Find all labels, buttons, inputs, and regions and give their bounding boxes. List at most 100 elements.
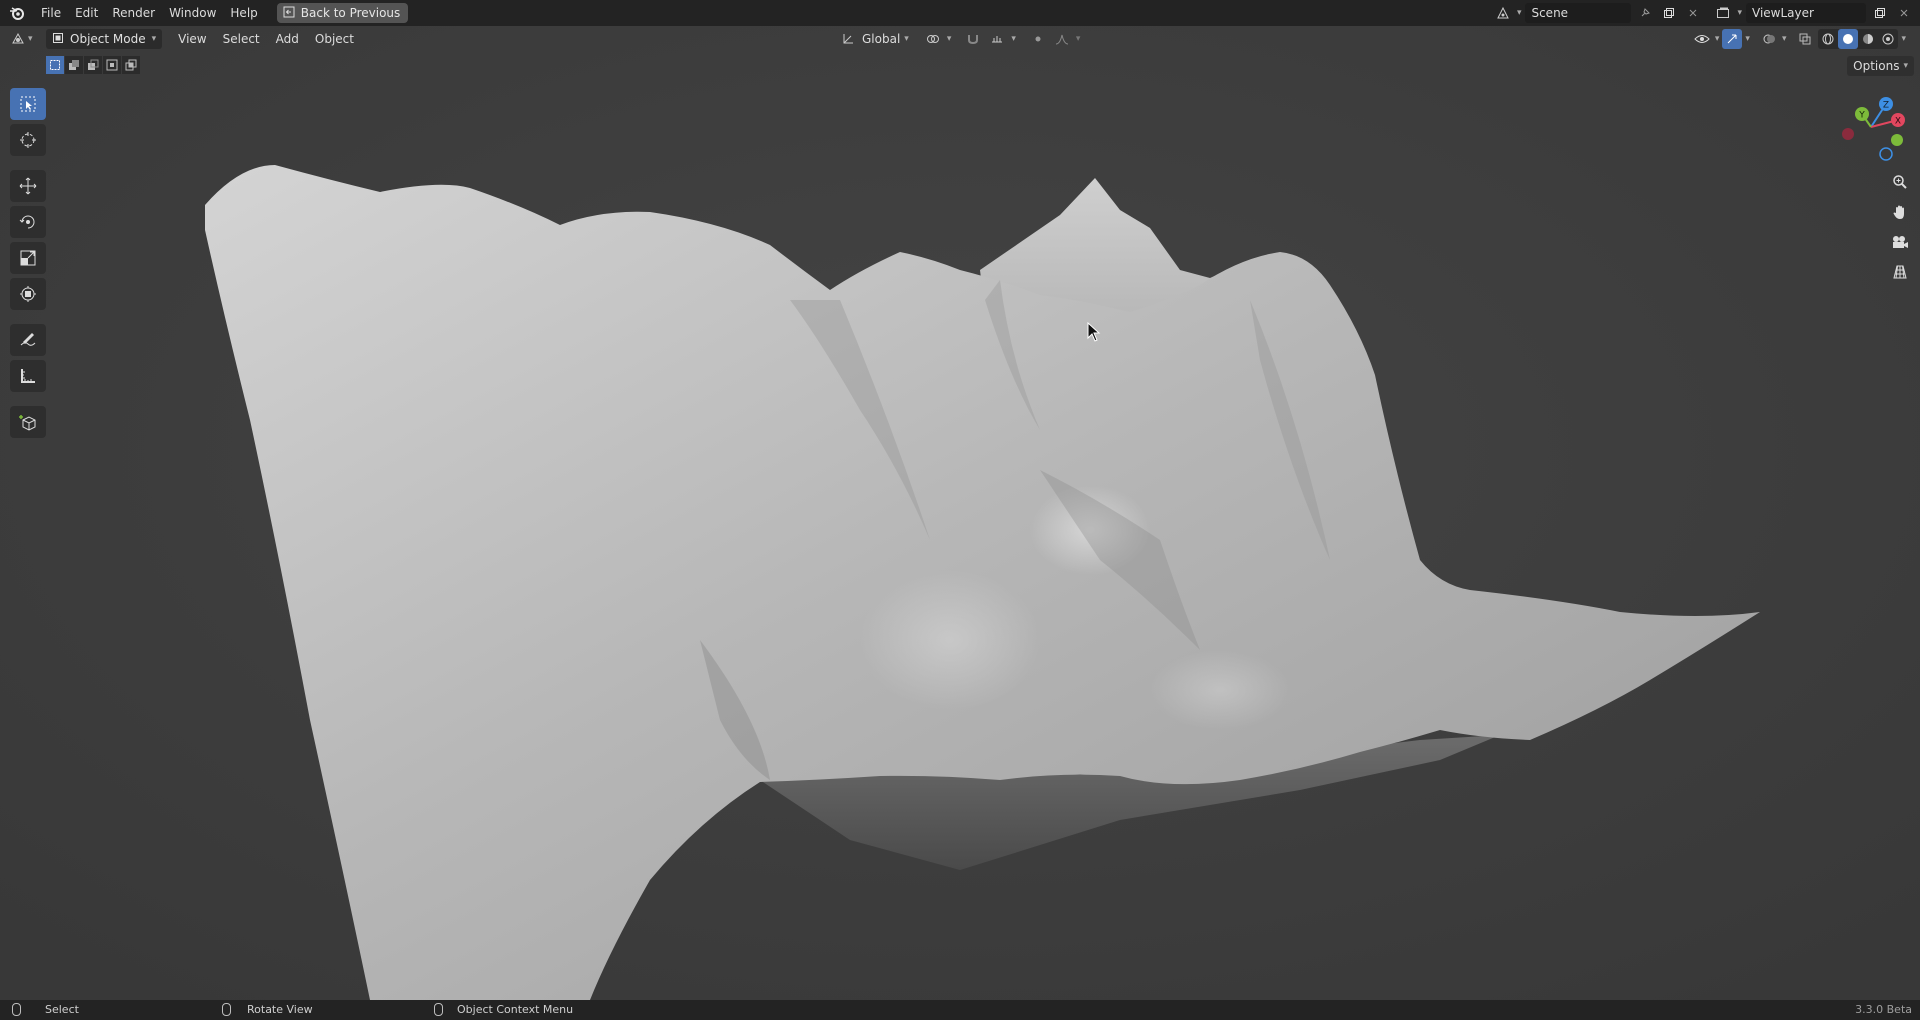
visibility-eye-icon[interactable] [1692, 29, 1712, 49]
menu-object[interactable]: Object [307, 29, 362, 49]
scene-browse-icon[interactable] [1493, 3, 1513, 23]
gizmo-chevron-icon[interactable]: ▾ [1745, 34, 1750, 44]
show-gizmo-icon[interactable] [1722, 29, 1743, 49]
select-extend-icon[interactable] [65, 56, 83, 74]
gizmo-x-label: X [1895, 117, 1901, 127]
proportional-falloff-icon[interactable] [1052, 29, 1072, 49]
options-dropdown[interactable]: Options ▾ [1847, 56, 1914, 76]
scene-field[interactable]: Scene [1525, 3, 1632, 23]
status-bar: Select Rotate View Object Context Menu 3… [0, 1000, 1920, 1020]
pivot-point-icon[interactable] [923, 29, 943, 49]
measure-tool[interactable] [10, 360, 46, 392]
proportional-editing-icon[interactable] [1028, 29, 1048, 49]
transform-tools: Global ▾ ▾ ▾ ▾ [838, 29, 1080, 49]
options-chevron-icon: ▾ [1903, 61, 1908, 71]
menu-file[interactable]: File [34, 3, 68, 23]
orientation-chevron-icon[interactable]: ▾ [904, 34, 909, 44]
status-context: Object Context Menu [434, 1003, 573, 1016]
gizmo-z-label: Z [1883, 101, 1889, 111]
camera-view-icon[interactable] [1888, 230, 1912, 254]
object-mode-label: Object Mode [70, 32, 146, 46]
mouse-pointer [1087, 321, 1101, 345]
status-rotate-label: Rotate View [247, 1003, 313, 1016]
visibility-chevron-icon[interactable]: ▾ [1715, 34, 1720, 44]
menu-add[interactable]: Add [268, 29, 307, 49]
pivot-chevron-icon[interactable]: ▾ [947, 34, 952, 44]
add-cube-tool[interactable] [10, 406, 46, 438]
wireframe-shading-icon[interactable] [1818, 29, 1838, 49]
object-mode-icon [52, 32, 64, 47]
overlays-chevron-icon[interactable]: ▾ [1782, 34, 1787, 44]
menu-edit[interactable]: Edit [68, 3, 105, 23]
select-subtract-icon[interactable] [84, 56, 102, 74]
view-layer-dropdown-icon[interactable]: ▾ [1737, 8, 1742, 18]
transform-icon [20, 286, 36, 302]
add-cube-icon [19, 415, 36, 431]
transform-orientation-dropdown[interactable]: Global [862, 32, 900, 46]
select-intersect-icon[interactable] [122, 56, 140, 74]
menu-help[interactable]: Help [223, 3, 264, 23]
snap-chevron-icon[interactable]: ▾ [1011, 34, 1016, 44]
version-label: 3.3.0 Beta [1855, 1003, 1912, 1016]
cursor-select-icon [20, 96, 36, 112]
object-mode-dropdown[interactable]: Object Mode ▾ [46, 29, 163, 49]
select-box-tool[interactable] [10, 88, 46, 120]
back-to-previous-button[interactable]: Back to Previous [276, 3, 409, 23]
menu-render[interactable]: Render [105, 3, 162, 23]
mouse-middle-icon [222, 1003, 231, 1016]
falloff-chevron-icon[interactable]: ▾ [1076, 34, 1081, 44]
menu-select[interactable]: Select [215, 29, 268, 49]
zoom-icon[interactable] [1888, 170, 1912, 194]
rendered-shading-icon[interactable] [1878, 29, 1898, 49]
xray-toggle-icon[interactable] [1795, 29, 1815, 49]
select-new-icon[interactable] [46, 56, 64, 74]
cursor-tool[interactable] [10, 124, 46, 156]
rotate-tool[interactable] [10, 206, 46, 238]
snap-target-icon[interactable] [987, 29, 1007, 49]
blender-logo-icon[interactable] [8, 4, 26, 22]
new-view-layer-icon[interactable] [1870, 3, 1890, 23]
viewport-header: ▾ Object Mode ▾ View Select Add Object G… [0, 26, 1920, 52]
options-label: Options [1853, 59, 1900, 73]
move-tool[interactable] [10, 170, 46, 202]
editor-type-button[interactable]: ▾ [10, 29, 40, 49]
scene-dropdown-icon[interactable]: ▾ [1517, 8, 1522, 18]
rotate-icon [19, 215, 35, 229]
tool-shelf [10, 88, 46, 438]
move-icon [19, 177, 37, 195]
navigation-buttons [1888, 170, 1912, 284]
delete-view-layer-icon[interactable] [1894, 3, 1914, 23]
snap-toggle-icon[interactable] [963, 29, 983, 49]
selection-mode-buttons [46, 56, 140, 74]
navigation-gizmo[interactable]: Z X Y [1836, 92, 1906, 162]
back-to-previous-label: Back to Previous [300, 6, 401, 20]
annotate-tool[interactable] [10, 324, 46, 356]
viewport-3d[interactable] [0, 0, 1920, 1000]
material-preview-icon[interactable] [1858, 29, 1878, 49]
menu-window[interactable]: Window [162, 3, 223, 23]
scene-name: Scene [1531, 6, 1569, 20]
overlays-icon[interactable] [1759, 29, 1779, 49]
solid-shading-icon[interactable] [1838, 29, 1859, 49]
delete-scene-icon[interactable] [1683, 3, 1703, 23]
new-scene-icon[interactable] [1659, 3, 1679, 23]
perspective-toggle-icon[interactable] [1888, 260, 1912, 284]
view-layer-field[interactable]: ViewLayer [1746, 3, 1866, 23]
status-select-label: Select [45, 1003, 79, 1016]
top-menubar: File Edit Render Window Help Back to Pre… [0, 0, 1920, 26]
scale-tool[interactable] [10, 242, 46, 274]
scale-icon [20, 250, 36, 266]
gizmo-y-label: Y [1858, 111, 1865, 121]
view-layer-browse-icon[interactable] [1713, 3, 1733, 23]
transform-tool[interactable] [10, 278, 46, 310]
pan-hand-icon[interactable] [1888, 200, 1912, 224]
view-layer-name: ViewLayer [1752, 6, 1814, 20]
pin-icon[interactable] [1635, 3, 1655, 23]
orientation-icon[interactable] [838, 29, 858, 49]
status-select: Select [12, 1003, 79, 1016]
menu-view[interactable]: View [170, 29, 214, 49]
measure-ruler-icon [21, 369, 35, 383]
select-invert-icon[interactable] [103, 56, 121, 74]
shading-chevron-icon[interactable]: ▾ [1901, 34, 1906, 44]
viewport-display-tools: ▾ ▾ ▾ ▾ [1692, 29, 1906, 49]
